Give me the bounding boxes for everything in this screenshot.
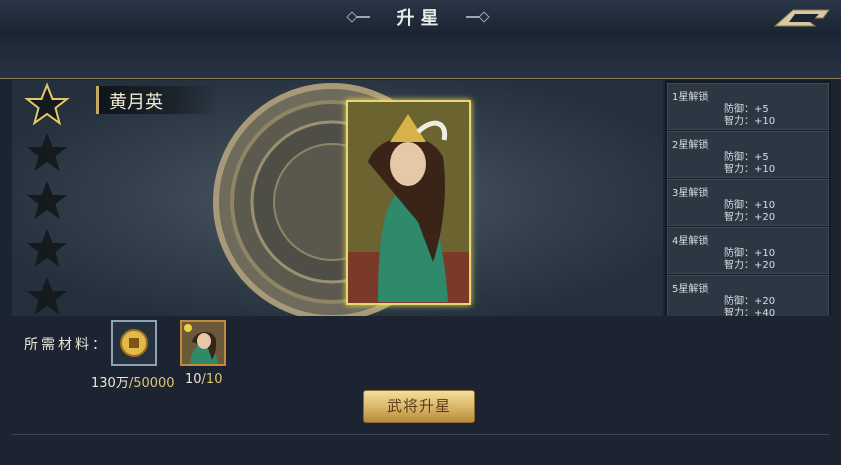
coin-material-slot[interactable] <box>111 320 157 366</box>
unlock-intellect: 智力：+20 <box>724 212 776 223</box>
star-lit-icon <box>24 82 70 126</box>
unlock-item: 3星解锁 防御：+10 智力：+20 <box>667 179 829 226</box>
coin-need: /50000 <box>128 376 175 391</box>
hero-name: 黄月英 <box>109 92 163 113</box>
unlock-intellect: 智力：+10 <box>724 164 776 175</box>
unlock-title: 4星解锁 <box>672 236 709 247</box>
unlock-item: 5星解锁 防御：+20 智力：+40 <box>667 275 829 316</box>
star-empty-icon <box>27 277 67 315</box>
star-rating <box>24 80 74 316</box>
star-empty-icon <box>27 181 67 219</box>
unlock-intellect: 智力：+40 <box>724 308 776 316</box>
unlock-item: 2星解锁 防御：+5 智力：+10 <box>667 131 829 178</box>
unlock-intellect: 智力：+20 <box>724 260 776 271</box>
unlock-title: 3星解锁 <box>672 188 709 199</box>
star-unlock-list[interactable]: 1星解锁 防御：+5 智力：+10 2星解锁 防御：+5 智力：+10 3星解锁… <box>665 80 831 316</box>
star-empty-icon <box>27 133 67 171</box>
coin-count: 130万/50000 <box>91 372 175 391</box>
coin-icon <box>120 329 148 357</box>
unlock-intellect: 智力：+10 <box>724 116 776 127</box>
footer-divider <box>12 434 829 435</box>
back-button[interactable] <box>771 6 833 28</box>
page-title: 升星 <box>396 8 445 29</box>
unlock-title: 5星解锁 <box>672 284 709 295</box>
hero-shard-have: 10 <box>185 372 202 387</box>
star-empty-icon <box>27 229 67 267</box>
unlock-item: 1星解锁 防御：+5 智力：+10 <box>667 83 829 130</box>
hero-panel: 黄月英 <box>12 80 663 316</box>
hero-portrait-art <box>348 102 469 303</box>
title-ornament-right <box>466 16 480 18</box>
hero-shard-count: 10/10 <box>185 372 222 387</box>
header-band <box>0 34 841 79</box>
upgrade-star-button[interactable]: 武将升星 <box>363 390 475 423</box>
hero-shard-material-slot[interactable] <box>180 320 226 366</box>
unlock-title: 2星解锁 <box>672 140 709 151</box>
coin-have: 130万 <box>91 376 129 391</box>
hero-shard-need: /10 <box>201 372 223 387</box>
hero-portrait <box>346 100 471 305</box>
unlock-item: 4星解锁 防御：+10 智力：+20 <box>667 227 829 274</box>
header-bar: 升星 <box>0 0 841 35</box>
hero-name-plate: 黄月英 <box>96 86 219 114</box>
unlock-title: 1星解锁 <box>672 92 709 103</box>
hero-shard-icon <box>182 322 224 364</box>
materials-label: 所需材料： <box>24 337 109 353</box>
